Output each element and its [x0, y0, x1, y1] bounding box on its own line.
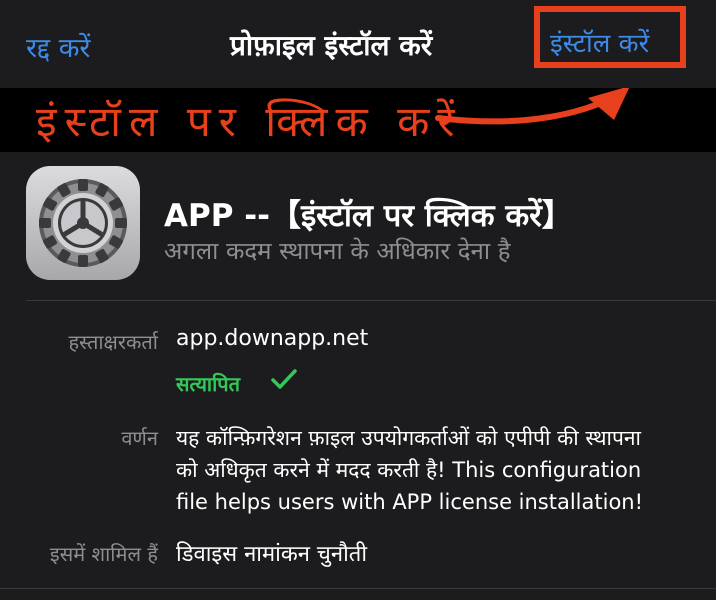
description-text: यह कॉन्फ़िगरेशन फ़ाइल उपयोगकर्ताओं को एप…	[176, 422, 696, 518]
page-title: प्रोफ़ाइल इंस्टॉल करें	[230, 29, 433, 62]
install-button[interactable]: इंस्टॉल करें	[550, 24, 649, 60]
install-button-highlight[interactable]: इंस्टॉल करें	[534, 6, 686, 68]
description-line: को अधिकृत करने में मदद करती है! This con…	[176, 458, 642, 482]
arrow-icon	[435, 88, 630, 125]
profile-details: हस्ताक्षरकर्ता app.downapp.net सत्यापित …	[0, 300, 716, 600]
signed-by-label: हस्ताक्षरकर्ता	[68, 330, 158, 354]
settings-gear-icon	[26, 166, 140, 280]
description-label: वर्णन	[121, 426, 158, 450]
divider	[0, 588, 716, 589]
profile-header: APP --【इंस्टॉल पर क्लिक करें】 अगला कदम स…	[0, 152, 716, 300]
description-line: file helps users with APP license instal…	[176, 490, 644, 514]
contains-value: डिवाइस नामांकन चुनौती	[176, 542, 368, 567]
cancel-button[interactable]: रद्द करें	[26, 28, 90, 65]
signed-by-value: app.downapp.net	[176, 326, 369, 351]
contains-label: इसमें शामिल हैं	[49, 542, 158, 566]
checkmark-icon	[271, 369, 297, 389]
instruction-banner: इंस्टॉल पर क्लिक करें	[0, 88, 716, 152]
install-profile-screen: रद्द करें प्रोफ़ाइल इंस्टॉल करें इंस्टॉल…	[0, 0, 716, 600]
verified-label: सत्यापित	[176, 372, 241, 396]
description-line: यह कॉन्फ़िगरेशन फ़ाइल उपयोगकर्ताओं को एप…	[176, 426, 641, 450]
profile-name: APP --【इंस्टॉल पर क्लिक करें】	[164, 198, 573, 234]
navigation-bar: रद्द करें प्रोफ़ाइल इंस्टॉल करें इंस्टॉल…	[0, 0, 716, 88]
profile-subtitle: अगला कदम स्थापना के अधिकार देना है	[164, 237, 511, 265]
